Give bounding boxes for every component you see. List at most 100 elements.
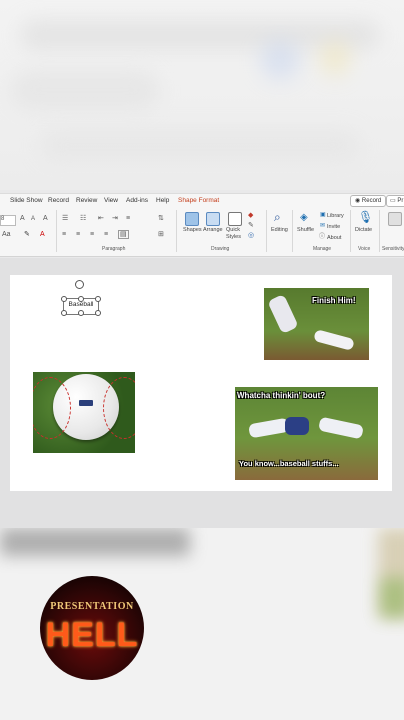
player-figure — [285, 417, 309, 435]
group-label-sensitivity: Sensitivity — [382, 246, 404, 252]
player-figure — [313, 329, 355, 351]
present-label: Pr — [397, 198, 404, 204]
text-case-icon[interactable]: Aa — [2, 231, 11, 238]
line-spacing-icon[interactable]: ≡ — [126, 215, 130, 222]
increase-indent-icon[interactable]: ⇥ — [112, 215, 118, 222]
font-size-box[interactable]: 8 — [0, 215, 16, 226]
resize-handle[interactable] — [61, 296, 67, 302]
microphone-icon[interactable]: 🎙 — [358, 211, 373, 223]
dictate-label[interactable]: Dictate — [355, 227, 372, 233]
record-label: Record — [361, 198, 382, 204]
player-figure — [248, 417, 290, 439]
about-icon[interactable]: ⓘ — [319, 234, 325, 240]
shapes-label: Shapes — [183, 227, 202, 233]
logo-big-text: HELL — [45, 616, 139, 654]
textbox-text[interactable]: Baseball — [64, 301, 98, 308]
shuffle-label[interactable]: Shuffle — [297, 227, 314, 233]
justify-icon[interactable]: ≡ — [104, 231, 108, 238]
text-direction-icon[interactable]: ⇅ — [158, 215, 164, 222]
ball-logo — [79, 400, 93, 406]
resize-handle[interactable] — [95, 310, 101, 316]
tab-help[interactable]: Help — [156, 197, 169, 204]
group-separator — [379, 210, 380, 252]
present-button[interactable]: ▭ Pr — [386, 195, 404, 207]
highlight-icon[interactable]: ✎ — [24, 231, 30, 238]
blur-shape — [260, 40, 300, 80]
group-separator — [266, 210, 267, 252]
editing-label[interactable]: Editing — [271, 227, 288, 233]
align-center-icon[interactable]: ≡ — [76, 231, 80, 238]
blur-shape — [380, 578, 404, 618]
group-separator — [292, 210, 293, 252]
group-label-drawing: Drawing — [211, 246, 230, 252]
record-button[interactable]: ◉ Record — [350, 195, 387, 207]
tab-review[interactable]: Review — [76, 197, 97, 204]
arrange-icon[interactable] — [206, 212, 220, 226]
align-left-icon[interactable]: ≡ — [62, 231, 66, 238]
resize-handle[interactable] — [61, 310, 67, 316]
align-right-icon[interactable]: ≡ — [90, 231, 94, 238]
tab-view[interactable]: View — [104, 197, 118, 204]
blur-shape — [40, 130, 360, 160]
presentation-hell-logo: PRESENTATION HELL — [40, 576, 144, 680]
about-label[interactable]: About — [327, 235, 341, 241]
resize-handle[interactable] — [78, 296, 84, 302]
shrink-font-icon[interactable]: A — [31, 216, 35, 222]
font-color-icon[interactable]: A — [40, 231, 45, 238]
blur-shape — [0, 528, 190, 556]
finish-him-image[interactable]: Finish Him! — [264, 288, 369, 360]
shapes-icon[interactable] — [185, 212, 199, 226]
search-icon[interactable]: ⌕ — [274, 211, 281, 223]
library-label[interactable]: Library — [327, 213, 344, 219]
ball-seam — [33, 377, 71, 439]
ball-seam — [103, 377, 135, 439]
meme-bottom-caption: You know...baseball stuffs... — [239, 459, 339, 468]
blur-shape — [320, 40, 350, 76]
group-separator — [56, 210, 57, 252]
sensitivity-icon[interactable] — [388, 212, 402, 226]
resize-handle[interactable] — [78, 310, 84, 316]
arrange-label: Arrange — [203, 227, 223, 233]
smartart-icon[interactable]: ⊞ — [158, 231, 164, 238]
resize-handle[interactable] — [95, 296, 101, 302]
shape-outline-icon[interactable]: ✎ — [248, 222, 254, 229]
player-figure — [267, 293, 299, 335]
meme-top-caption: Whatcha thinkin' bout? — [237, 391, 326, 400]
tab-shape-format[interactable]: Shape Format — [178, 197, 219, 204]
tab-add-ins[interactable]: Add-ins — [126, 197, 148, 204]
tab-record[interactable]: Record — [48, 197, 69, 204]
clear-format-icon[interactable]: A — [43, 215, 48, 222]
blurred-header — [0, 0, 404, 190]
bullets-icon[interactable]: ☰ — [62, 215, 68, 222]
shuffle-icon[interactable]: ◈ — [300, 213, 308, 223]
ribbon-tabs: Slide Show Record Review View Add-ins He… — [0, 194, 404, 208]
numbering-icon[interactable]: ☷ — [80, 215, 86, 222]
ribbon: Slide Show Record Review View Add-ins He… — [0, 193, 404, 257]
decrease-indent-icon[interactable]: ⇤ — [98, 215, 104, 222]
whatcha-thinkin-image[interactable]: Whatcha thinkin' bout? You know...baseba… — [235, 387, 378, 480]
rotate-handle-icon[interactable] — [75, 280, 84, 289]
blur-shape — [10, 70, 160, 110]
baseball-icon — [33, 374, 135, 440]
library-icon[interactable]: ▣ — [320, 212, 326, 218]
invite-icon[interactable]: ✉ — [320, 223, 325, 229]
group-label-voice: Voice — [358, 246, 371, 252]
tab-slide-show[interactable]: Slide Show — [10, 197, 43, 204]
group-label-paragraph: Paragraph — [102, 246, 126, 252]
invite-label[interactable]: Invite — [327, 224, 340, 230]
record-icon: ◉ — [355, 198, 362, 204]
quick-styles-icon[interactable] — [228, 212, 242, 226]
baseball-image[interactable] — [33, 372, 135, 453]
meme-caption: Finish Him! — [312, 296, 356, 305]
shape-fill-icon[interactable]: ◆ — [248, 212, 253, 219]
group-separator — [350, 210, 351, 252]
quick-styles-label: Quick Styles — [226, 227, 241, 240]
grow-font-icon[interactable]: A — [20, 215, 25, 222]
player-figure — [318, 416, 364, 440]
shape-effects-icon[interactable]: ◎ — [248, 232, 254, 239]
logo-top-text: PRESENTATION — [50, 601, 134, 612]
columns-icon[interactable]: ▤ — [118, 230, 129, 239]
group-label-manage: Manage — [313, 246, 332, 252]
selected-textbox[interactable]: Baseball — [61, 296, 101, 316]
group-separator — [176, 210, 177, 252]
